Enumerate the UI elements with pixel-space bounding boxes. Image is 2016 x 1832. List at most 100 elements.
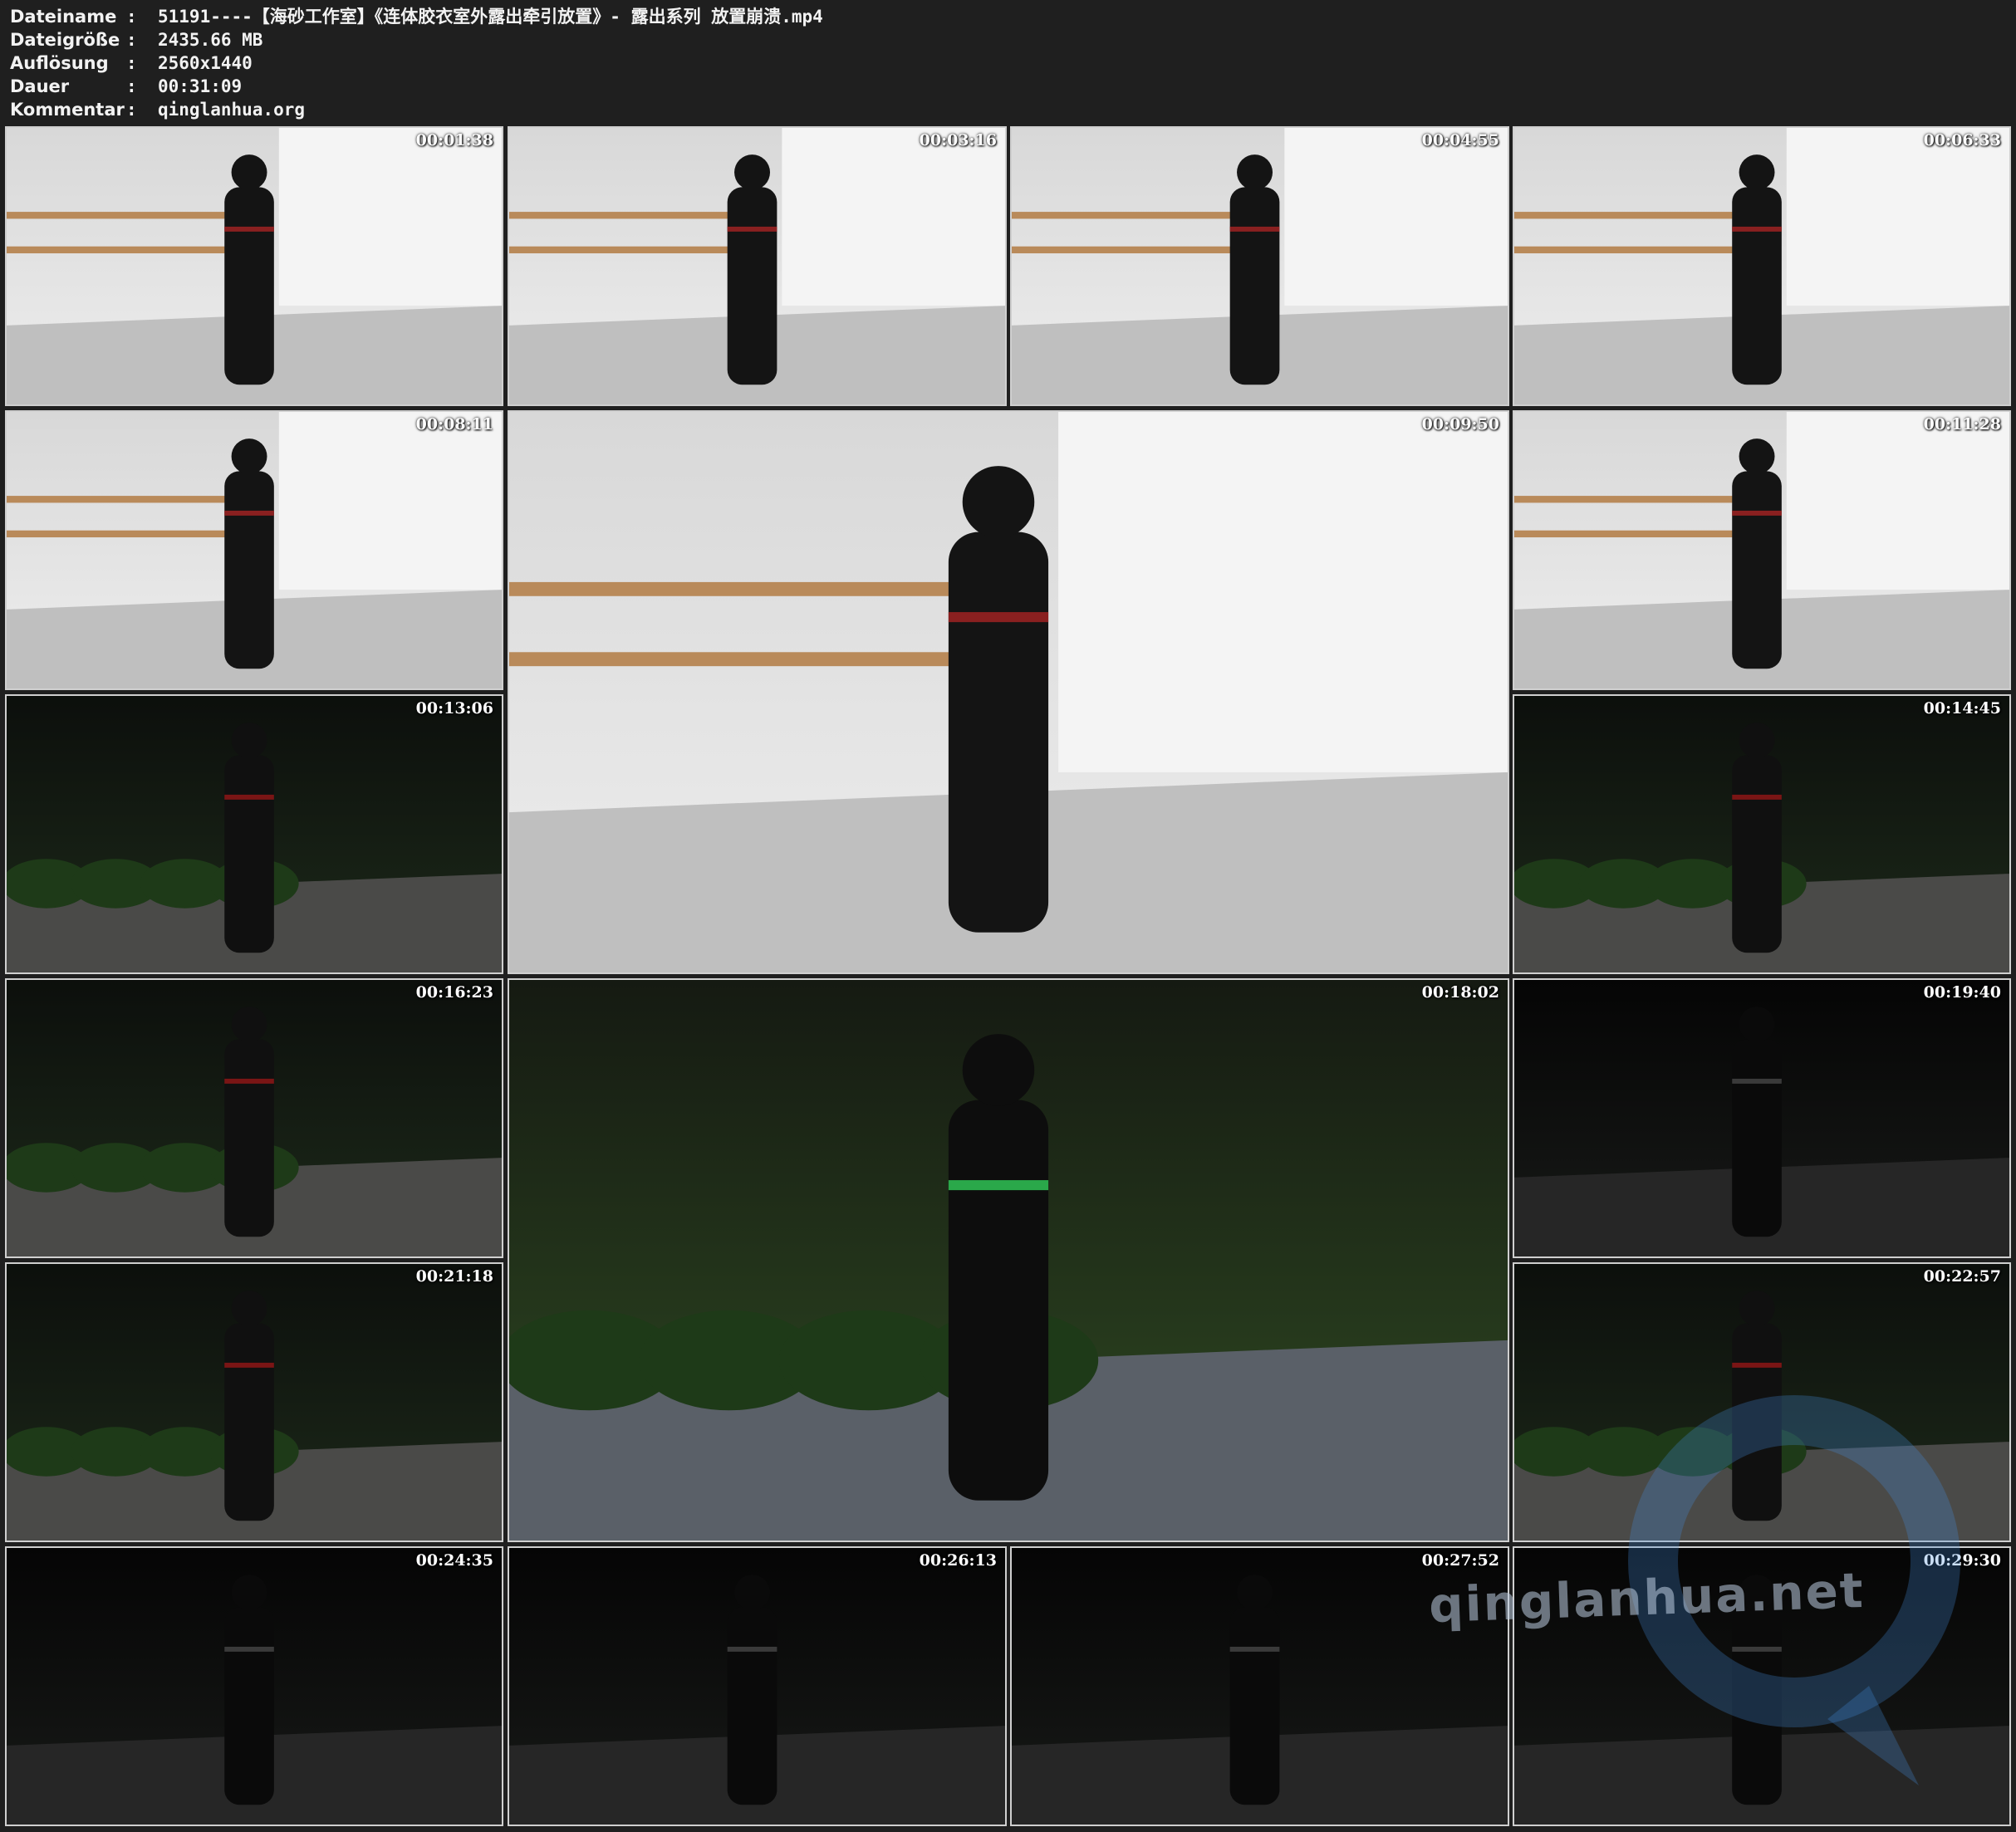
person-head bbox=[1237, 1575, 1273, 1610]
thumbnail-frame-image bbox=[7, 980, 502, 1256]
video-thumbnail: 00:09:50 bbox=[508, 410, 1509, 974]
person-figure bbox=[224, 1039, 274, 1237]
curtain bbox=[278, 412, 502, 590]
rope-accent bbox=[1732, 794, 1782, 800]
curtain bbox=[782, 128, 1005, 306]
thumbnail-frame-image bbox=[7, 412, 502, 688]
thumbnail-timestamp: 00:08:11 bbox=[415, 415, 493, 434]
video-thumbnail: 00:11:28 bbox=[1513, 410, 2011, 690]
thumbnail-frame-image bbox=[1514, 128, 2009, 404]
curtain bbox=[278, 128, 502, 306]
ballet-barre bbox=[7, 246, 230, 254]
thumbnail-timestamp: 00:03:16 bbox=[919, 131, 997, 149]
video-thumbnail: 00:24:35 bbox=[5, 1546, 503, 1826]
person-head bbox=[231, 723, 267, 758]
video-thumbnail: 00:13:06 bbox=[5, 694, 503, 974]
rope-accent bbox=[224, 1362, 274, 1368]
person-head bbox=[231, 1291, 267, 1326]
ballet-barre bbox=[1514, 530, 1738, 538]
person-head bbox=[962, 1034, 1035, 1106]
ballet-barre bbox=[509, 212, 733, 219]
ballet-barre bbox=[509, 652, 959, 667]
thumbnail-frame-image bbox=[1514, 412, 2009, 688]
video-thumbnail: 00:18:02 bbox=[508, 978, 1509, 1542]
person-head bbox=[962, 466, 1035, 538]
ballet-barre bbox=[1514, 246, 1738, 254]
rope-accent bbox=[1732, 1078, 1782, 1084]
video-thumbnail: 00:06:33 bbox=[1513, 126, 2011, 406]
rope-accent bbox=[224, 1078, 274, 1084]
thumbnail-timestamp: 00:13:06 bbox=[415, 699, 493, 718]
video-thumbnail: 00:26:13 bbox=[508, 1546, 1007, 1826]
thumbnail-timestamp: 00:24:35 bbox=[415, 1551, 493, 1570]
person-figure bbox=[1732, 187, 1782, 385]
person-head bbox=[1739, 723, 1775, 758]
thumbnail-timestamp: 00:11:28 bbox=[1923, 415, 2001, 434]
thumbnail-frame-image bbox=[7, 1264, 502, 1541]
thumbnail-frame-image bbox=[509, 1548, 1005, 1825]
rope-accent bbox=[1229, 226, 1280, 232]
person-figure bbox=[224, 471, 274, 669]
thumbnail-timestamp: 00:26:13 bbox=[919, 1551, 997, 1570]
rope-accent bbox=[948, 612, 1049, 623]
ballet-barre bbox=[1012, 212, 1235, 219]
video-thumbnail: 00:08:11 bbox=[5, 410, 503, 690]
rope-accent bbox=[224, 226, 274, 232]
person-figure bbox=[1229, 187, 1280, 385]
person-head bbox=[1739, 154, 1775, 190]
thumbnail-frame-image bbox=[1514, 980, 2009, 1256]
thumbnail-timestamp: 00:18:02 bbox=[1421, 983, 1499, 1002]
ballet-barre bbox=[7, 496, 230, 503]
person-head bbox=[1237, 154, 1273, 190]
thumbnail-timestamp: 00:21:18 bbox=[415, 1267, 493, 1286]
ballet-barre bbox=[509, 246, 733, 254]
thumbnail-timestamp: 00:22:57 bbox=[1923, 1267, 2001, 1286]
rope-accent bbox=[224, 1646, 274, 1652]
video-thumbnail: 00:03:16 bbox=[508, 126, 1007, 406]
thumbnail-frame-image bbox=[7, 696, 502, 972]
person-figure bbox=[1229, 1607, 1280, 1805]
video-thumbnail: 00:21:18 bbox=[5, 1262, 503, 1542]
rope-accent bbox=[1732, 226, 1782, 232]
curtain bbox=[1786, 412, 2009, 590]
person-head bbox=[734, 1575, 771, 1610]
rope-accent bbox=[727, 1646, 777, 1652]
rope-accent bbox=[1732, 510, 1782, 516]
thumbnail-timestamp: 00:09:50 bbox=[1421, 415, 1499, 434]
thumbnail-timestamp: 00:01:38 bbox=[415, 131, 493, 149]
thumbnail-timestamp: 00:16:23 bbox=[415, 983, 493, 1002]
video-thumbnail: 00:16:23 bbox=[5, 978, 503, 1258]
person-head bbox=[1739, 1007, 1775, 1042]
curtain bbox=[1786, 128, 2009, 306]
person-figure bbox=[1732, 1039, 1782, 1237]
person-figure bbox=[727, 1607, 777, 1805]
person-head bbox=[1739, 1291, 1775, 1326]
person-head bbox=[1739, 438, 1775, 474]
rope-accent bbox=[224, 794, 274, 800]
thumbnail-timestamp: 00:19:40 bbox=[1923, 983, 2001, 1002]
thumbnail-frame-image bbox=[1012, 128, 1508, 404]
ballet-barre bbox=[7, 530, 230, 538]
rope-accent bbox=[224, 510, 274, 516]
rope-accent bbox=[948, 1180, 1049, 1191]
person-head bbox=[231, 438, 267, 474]
thumbnail-timestamp: 00:04:55 bbox=[1421, 131, 1499, 149]
person-head bbox=[231, 1575, 267, 1610]
ballet-barre bbox=[1514, 212, 1738, 219]
ballet-barre bbox=[7, 212, 230, 219]
curtain bbox=[1284, 128, 1508, 306]
person-figure bbox=[948, 531, 1049, 933]
thumbnail-frame-image bbox=[7, 128, 502, 404]
person-figure bbox=[1732, 471, 1782, 669]
curtain bbox=[1058, 412, 1508, 772]
rope-accent bbox=[1732, 1362, 1782, 1368]
person-figure bbox=[224, 187, 274, 385]
thumbnail-frame-image bbox=[509, 980, 1508, 1541]
video-thumbnail: 00:04:55 bbox=[1010, 126, 1509, 406]
person-figure bbox=[1732, 755, 1782, 953]
person-figure bbox=[224, 1607, 274, 1805]
thumbnail-timestamp: 00:27:52 bbox=[1421, 1551, 1499, 1570]
thumbnail-timestamp: 00:14:45 bbox=[1923, 699, 2001, 718]
video-thumbnail: 00:14:45 bbox=[1513, 694, 2011, 974]
rope-accent bbox=[727, 226, 777, 232]
